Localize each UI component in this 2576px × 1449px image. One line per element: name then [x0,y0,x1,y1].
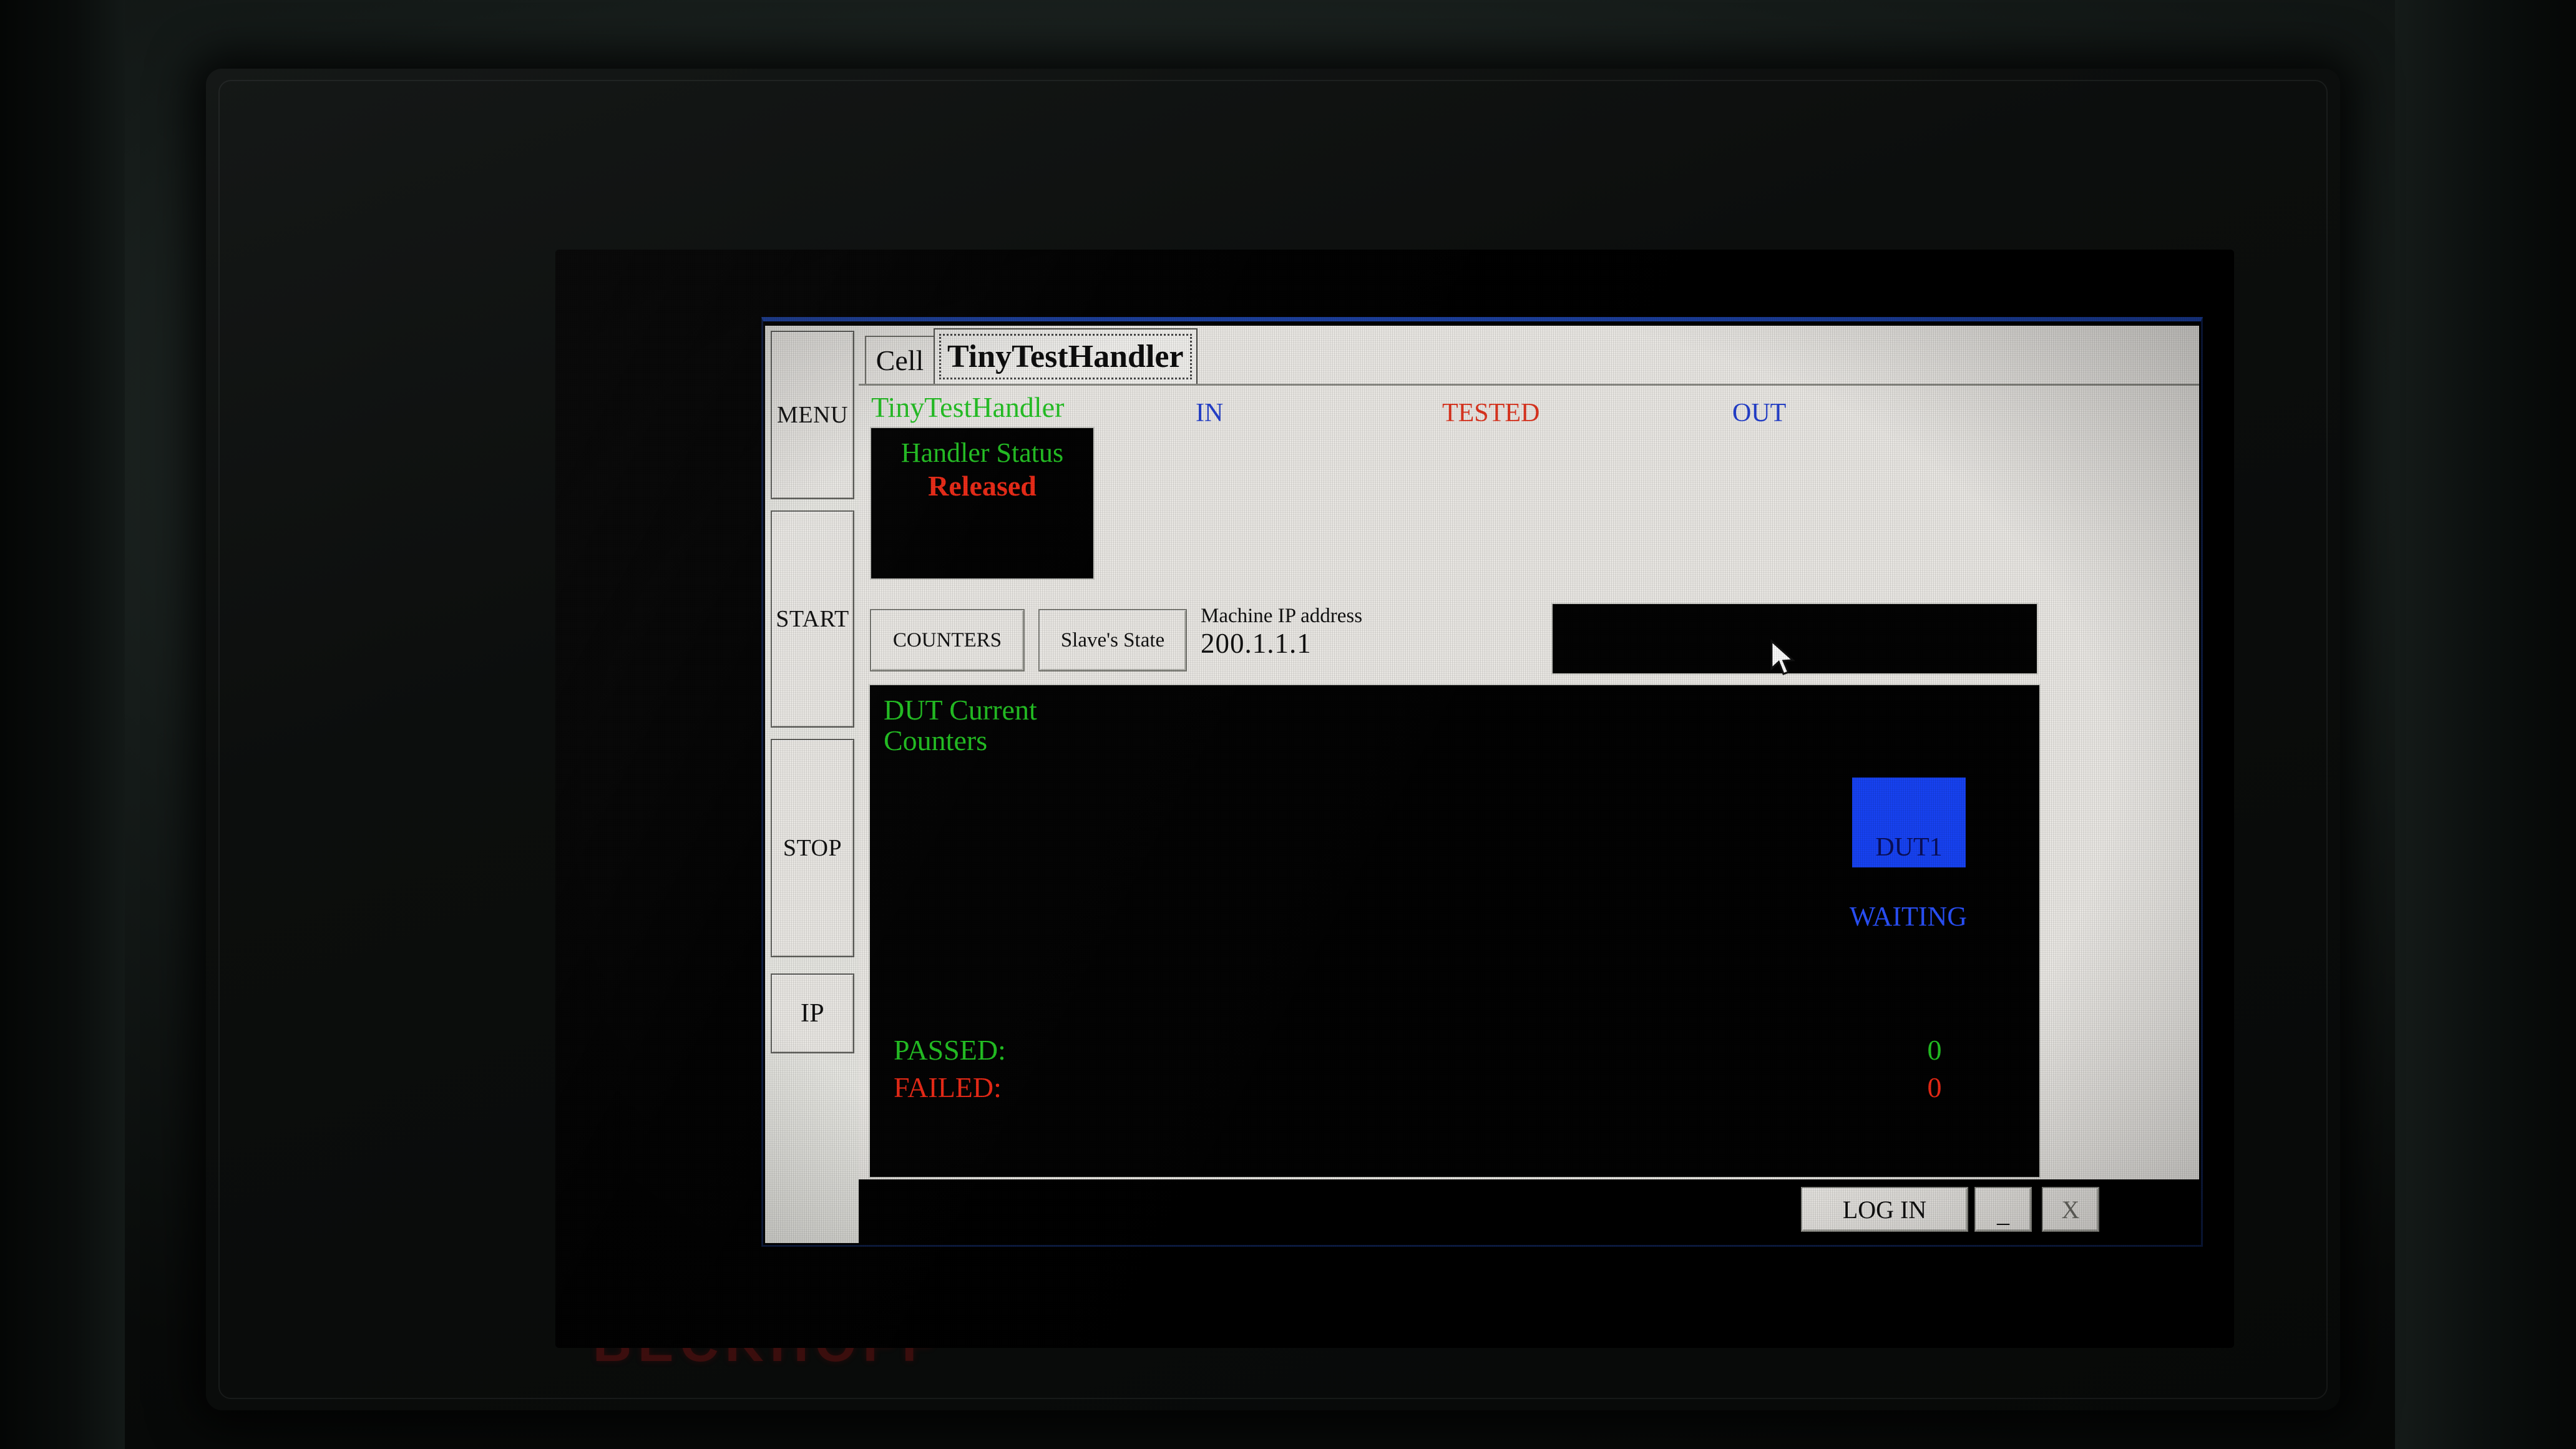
tab-tinytesthandler[interactable]: TinyTestHandler [934,328,1198,384]
column-header-out: OUT [1732,399,1787,427]
sidebar-item-start[interactable]: START [771,510,854,728]
passed-label: PASSED: [894,1034,1006,1066]
dut-counters-title: DUT Current Counters [884,694,1037,756]
slaves-state-button[interactable]: Slave's State [1038,609,1187,671]
close-icon: X [2061,1195,2080,1224]
page-title: TinyTestHandler [871,391,1065,423]
machine-ip-value: 200.1.1.1 [1201,627,1312,659]
handler-status-panel: Handler Status Released [870,427,1095,580]
dut1-state: WAITING [1849,901,1968,932]
failed-label: FAILED: [894,1071,1002,1103]
button-label: COUNTERS [892,628,1002,651]
tab-label: TinyTestHandler [947,339,1184,374]
column-header-in: IN [1196,399,1224,427]
dut-counters-panel: DUT Current Counters DUT1 WAITING PASSED… [869,684,2041,1178]
tab-strip: Cell TinyTestHandler [859,326,2199,386]
io-status-panel [1551,603,2038,675]
minimize-icon: _ [1997,1199,2009,1227]
page-body: TinyTestHandler IN TESTED OUT Handler St… [859,386,2199,1188]
sidebar-item-ip[interactable]: IP [771,973,854,1053]
button-label: LOG IN [1842,1195,1927,1224]
sidebar-item-label: START [776,606,849,632]
sidebar-item-label: STOP [783,835,842,861]
sidebar-item-stop[interactable]: STOP [771,739,854,957]
handler-status-label: Handler Status [900,437,1064,468]
application-window: MENU START STOP IP Cell TinyTestHandler … [761,317,2203,1247]
button-label: Slave's State [1060,628,1165,651]
login-button[interactable]: LOG IN [1801,1187,1968,1232]
minimize-button[interactable]: _ [1974,1187,2032,1232]
sidebar-item-menu[interactable]: MENU [771,331,854,499]
tab-cell[interactable]: Cell [865,336,935,384]
lcd-screen: MENU START STOP IP Cell TinyTestHandler … [555,250,2234,1348]
sidebar-item-label: IP [800,999,825,1028]
sidebar-item-label: MENU [777,402,848,428]
dut1-indicator[interactable]: DUT1 [1852,778,1966,867]
handler-status-value: Released [928,470,1037,502]
side-rail: MENU START STOP IP [765,326,859,1243]
failed-row: FAILED: 0 [870,1071,2039,1105]
background-left-panel [0,0,125,1449]
column-header-tested: TESTED [1442,399,1540,427]
monitor-bezel: BECKHOFF MENU START STOP IP Cell TinyTes… [206,69,2340,1410]
passed-value: 0 [1927,1034,1942,1066]
failed-value: 0 [1927,1071,1942,1103]
background-right-panel [2395,0,2576,1449]
machine-ip-block: Machine IP address 200.1.1.1 [1201,605,1362,660]
dut1-label: DUT1 [1875,833,1943,862]
photo-background: BECKHOFF MENU START STOP IP Cell TinyTes… [0,0,2576,1449]
counters-button[interactable]: COUNTERS [870,609,1025,671]
machine-ip-label: Machine IP address [1201,605,1363,627]
close-button[interactable]: X [2042,1187,2099,1232]
bottom-bar: LOG IN _ X [859,1179,2199,1243]
tab-label: Cell [876,344,924,376]
passed-row: PASSED: 0 [870,1033,2039,1067]
